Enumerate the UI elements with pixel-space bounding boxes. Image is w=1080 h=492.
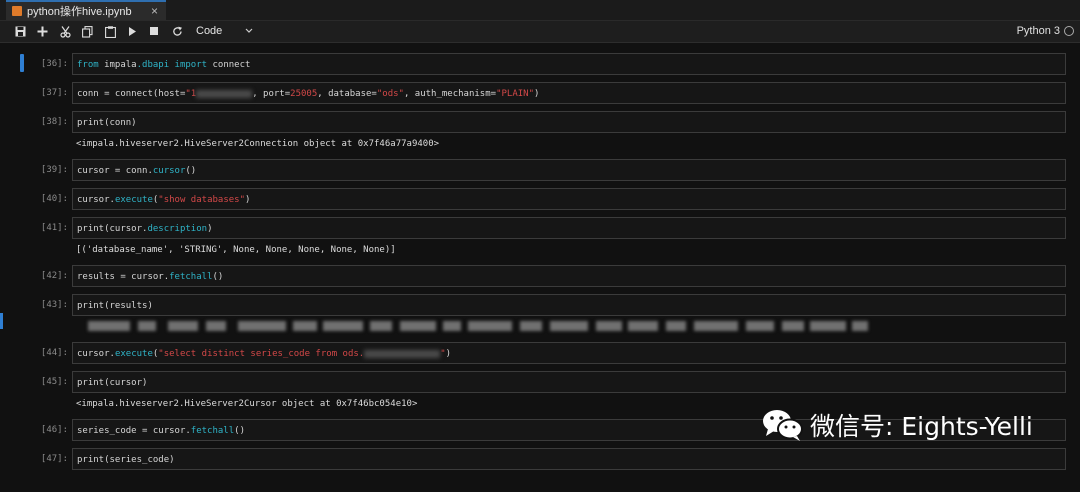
cell-prompt: [40]: xyxy=(40,194,68,204)
code-token: "select distinct series_code from ods. xyxy=(158,349,365,359)
add-cell-icon[interactable] xyxy=(34,24,50,40)
code-token: , auth_mechanism= xyxy=(403,89,497,99)
code-token: , port= xyxy=(252,89,291,99)
cell-prompt: [46]: xyxy=(40,425,68,435)
paste-icon[interactable] xyxy=(102,24,118,40)
notebook-toolbar: Code Python 3 xyxy=(0,21,1080,43)
watermark-text: 微信号: Eights-Yelli xyxy=(810,412,1033,441)
code-token: () xyxy=(212,272,224,282)
code-token: print(series_code) xyxy=(77,455,175,465)
code-token: ) xyxy=(207,224,213,234)
kernel-name[interactable]: Python 3 xyxy=(1017,23,1060,39)
code-token: from xyxy=(77,60,105,70)
notebook-cell[interactable]: [43]: print(results) xyxy=(0,294,1080,338)
cell-prompt: [39]: xyxy=(40,165,68,175)
code-token: fetchall xyxy=(190,426,235,436)
cell-prompt: [43]: xyxy=(40,300,68,310)
code-token: execute xyxy=(114,195,153,205)
code-token: ) xyxy=(445,349,452,359)
cut-icon[interactable] xyxy=(57,24,73,40)
code-token: "1 xyxy=(185,89,197,99)
code-token: print(cursor. xyxy=(77,224,148,234)
code-token: "show databases" xyxy=(158,195,245,205)
notebook-tab[interactable]: python操作hive.ipynb × xyxy=(6,0,166,20)
restart-icon[interactable] xyxy=(169,24,185,40)
save-icon[interactable] xyxy=(12,24,28,40)
code-token: fetchall xyxy=(169,272,213,282)
code-editor[interactable]: print(series_code) xyxy=(72,448,1066,470)
cell-output: <impala.hiveserver2.HiveServer2Cursor ob… xyxy=(76,399,418,409)
code-token: cursor. xyxy=(77,195,115,205)
cell-prompt: [47]: xyxy=(40,454,68,464)
code-token: ) xyxy=(534,89,540,99)
tab-bar: python操作hive.ipynb × xyxy=(0,0,1080,21)
close-icon[interactable]: × xyxy=(151,4,158,18)
code-token: print(conn) xyxy=(77,118,137,128)
cell-prompt: [38]: xyxy=(40,117,68,127)
code-token: conn = connect(host= xyxy=(77,89,186,99)
code-token: "PLAIN" xyxy=(496,89,535,99)
cell-output: [('database_name', 'STRING', None, None,… xyxy=(76,245,396,255)
code-token: cursor = conn. xyxy=(77,166,153,176)
code-token: description xyxy=(147,224,208,234)
redacted-text xyxy=(364,349,441,358)
cell-prompt: [37]: xyxy=(40,88,68,98)
cell-prompt: [36]: xyxy=(40,59,68,69)
code-token: cursor xyxy=(152,166,186,176)
code-token: connect xyxy=(212,60,251,70)
kernel-status-icon xyxy=(1064,26,1074,36)
cell-prompt: [42]: xyxy=(40,271,68,281)
code-editor[interactable]: print(cursor) xyxy=(72,371,1066,393)
code-token: ) xyxy=(245,195,251,205)
notebook-icon xyxy=(12,6,22,16)
code-editor[interactable]: conn = connect(host="1 , port=25005, data… xyxy=(72,82,1066,104)
code-editor[interactable]: print(conn) xyxy=(72,111,1066,133)
code-token: 25005 xyxy=(290,89,318,99)
code-token: "ods" xyxy=(376,89,404,99)
code-token: .dbapi xyxy=(136,60,175,70)
code-token: cursor. xyxy=(77,349,115,359)
cell-type-value: Code xyxy=(196,25,223,37)
watermark: 微信号: Eights-Yelli xyxy=(760,405,1070,445)
cell-prompt: [45]: xyxy=(40,377,68,387)
code-token: series_code = cursor. xyxy=(77,426,191,436)
code-editor[interactable]: cursor.execute("show databases") xyxy=(72,188,1066,210)
code-editor[interactable]: print(results) xyxy=(72,294,1066,316)
code-editor[interactable]: cursor = conn.cursor() xyxy=(72,159,1066,181)
code-editor[interactable]: cursor.execute("select distinct series_c… xyxy=(72,342,1066,364)
code-token: results = cursor. xyxy=(77,272,170,282)
code-token: execute xyxy=(114,349,153,359)
code-token: () xyxy=(234,426,245,436)
code-token: print(results) xyxy=(77,301,153,311)
cell-type-select[interactable]: Code xyxy=(189,23,259,39)
code-token: impala xyxy=(104,60,137,70)
copy-icon[interactable] xyxy=(79,24,95,40)
stop-icon[interactable] xyxy=(146,24,162,40)
code-editor[interactable]: results = cursor.fetchall() xyxy=(72,265,1066,287)
redacted-text xyxy=(196,89,253,98)
redacted-output xyxy=(88,321,868,331)
chevron-down-icon xyxy=(245,23,253,44)
code-token: import xyxy=(174,60,213,70)
cell-prompt: [44]: xyxy=(40,348,68,358)
cell-output: <impala.hiveserver2.HiveServer2Connectio… xyxy=(76,139,440,149)
wechat-icon xyxy=(760,407,806,443)
code-token: () xyxy=(185,166,197,176)
cell-prompt: [41]: xyxy=(40,223,68,233)
tab-title: python操作hive.ipynb xyxy=(27,6,132,18)
notebook-cell[interactable]: [47]: print(series_code) xyxy=(0,448,1080,492)
code-token: , database= xyxy=(317,89,377,99)
code-editor[interactable]: from impala.dbapi import connect xyxy=(72,53,1066,75)
code-token: print(cursor) xyxy=(77,378,148,388)
code-editor[interactable]: print(cursor.description) xyxy=(72,217,1066,239)
notebook-cell[interactable]: [41]: print(cursor.description) [('databas… xyxy=(0,217,1080,261)
run-icon[interactable] xyxy=(124,24,140,40)
notebook-cell[interactable]: [38]: print(conn) <impala.hiveserver2.Hive… xyxy=(0,111,1080,155)
